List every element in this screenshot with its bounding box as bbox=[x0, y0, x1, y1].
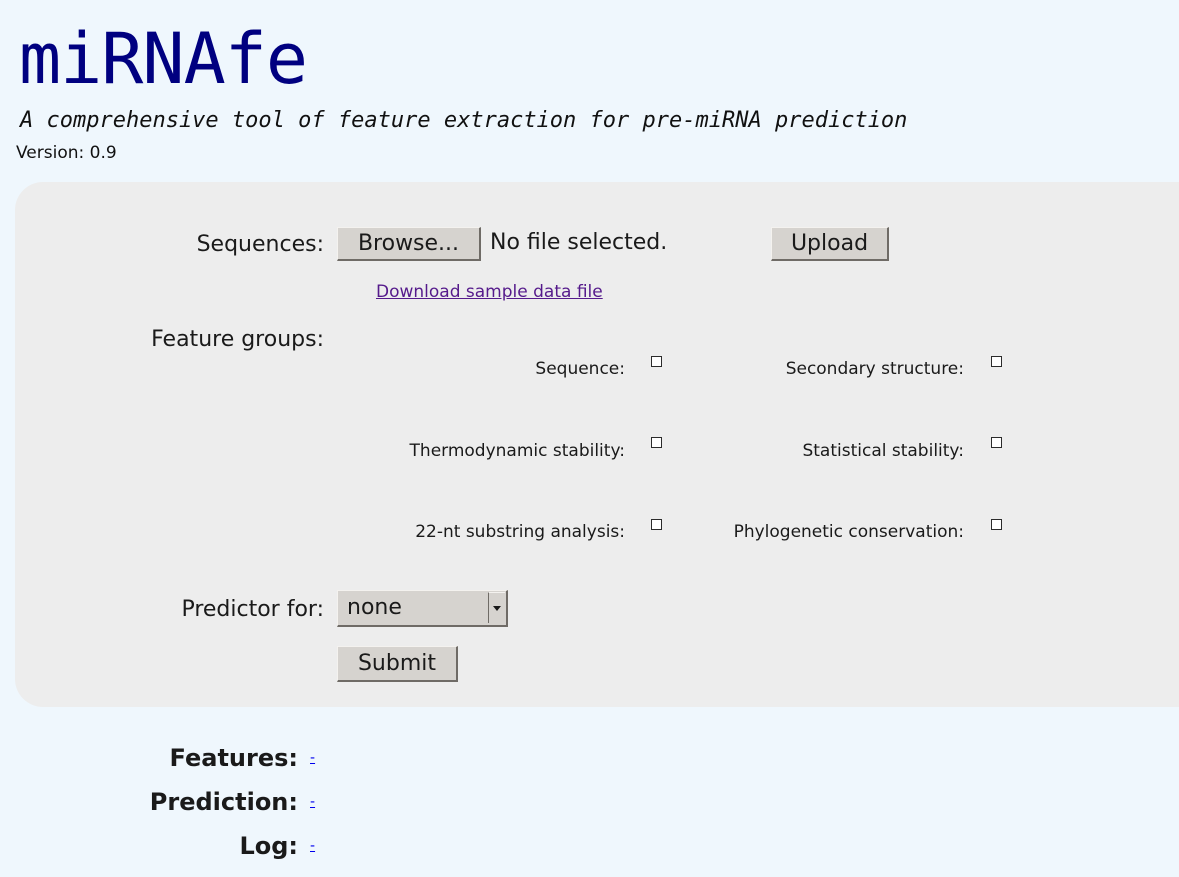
feature-statistical-stability-label: Statistical stability: bbox=[802, 441, 964, 461]
version-label: Version: 0.9 bbox=[16, 143, 117, 163]
chevron-down-icon[interactable] bbox=[488, 592, 505, 623]
sequences-label: Sequences: bbox=[196, 232, 324, 257]
feature-statistical-stability-checkbox[interactable] bbox=[991, 437, 1002, 448]
log-output-label: Log: bbox=[239, 832, 298, 860]
feature-secondary-structure-checkbox[interactable] bbox=[991, 356, 1002, 367]
feature-phylogenetic-conservation-checkbox[interactable] bbox=[991, 519, 1002, 530]
feature-secondary-structure-label: Secondary structure: bbox=[785, 359, 964, 379]
download-sample-link[interactable]: Download sample data file bbox=[376, 280, 603, 304]
features-output-label: Features: bbox=[169, 744, 298, 772]
file-status-text: No file selected. bbox=[490, 230, 668, 255]
feature-thermodynamic-stability-checkbox[interactable] bbox=[651, 437, 662, 448]
feature-22nt-substring-label: 22-nt substring analysis: bbox=[415, 522, 625, 542]
prediction-output-label: Prediction: bbox=[149, 788, 298, 816]
feature-sequence-checkbox[interactable] bbox=[651, 356, 662, 367]
app-title: miRNAfe bbox=[19, 18, 308, 100]
predictor-select[interactable]: none bbox=[337, 590, 508, 627]
predictor-selected-value: none bbox=[347, 595, 402, 620]
feature-sequence-label: Sequence: bbox=[535, 359, 625, 379]
predictor-label: Predictor for: bbox=[181, 597, 324, 622]
browse-button[interactable]: Browse... bbox=[337, 227, 481, 261]
prediction-output-link[interactable]: - bbox=[310, 793, 315, 811]
app-subtitle: A comprehensive tool of feature extracti… bbox=[20, 108, 908, 133]
feature-22nt-substring-checkbox[interactable] bbox=[651, 519, 662, 530]
feature-phylogenetic-conservation-label: Phylogenetic conservation: bbox=[733, 522, 964, 542]
feature-thermodynamic-stability-label: Thermodynamic stability: bbox=[409, 441, 625, 461]
features-output-link[interactable]: - bbox=[310, 749, 315, 767]
upload-button[interactable]: Upload bbox=[771, 227, 889, 261]
log-output-link[interactable]: - bbox=[310, 837, 315, 855]
feature-groups-label: Feature groups: bbox=[151, 327, 324, 352]
submit-button[interactable]: Submit bbox=[337, 646, 458, 682]
